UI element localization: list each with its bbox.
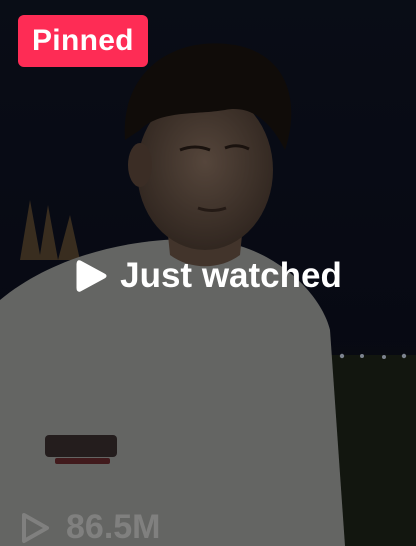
pinned-badge-label: Pinned xyxy=(32,24,134,57)
just-watched-label: Just watched xyxy=(120,256,342,295)
video-thumbnail[interactable]: Pinned Just watched 86.5M xyxy=(0,0,416,546)
view-count-label: 86.5M xyxy=(66,508,161,546)
play-outline-icon xyxy=(16,510,52,546)
just-watched-overlay: Just watched xyxy=(0,256,416,296)
play-icon xyxy=(74,258,108,294)
pinned-badge: Pinned xyxy=(18,15,148,67)
view-count: 86.5M xyxy=(16,508,161,546)
